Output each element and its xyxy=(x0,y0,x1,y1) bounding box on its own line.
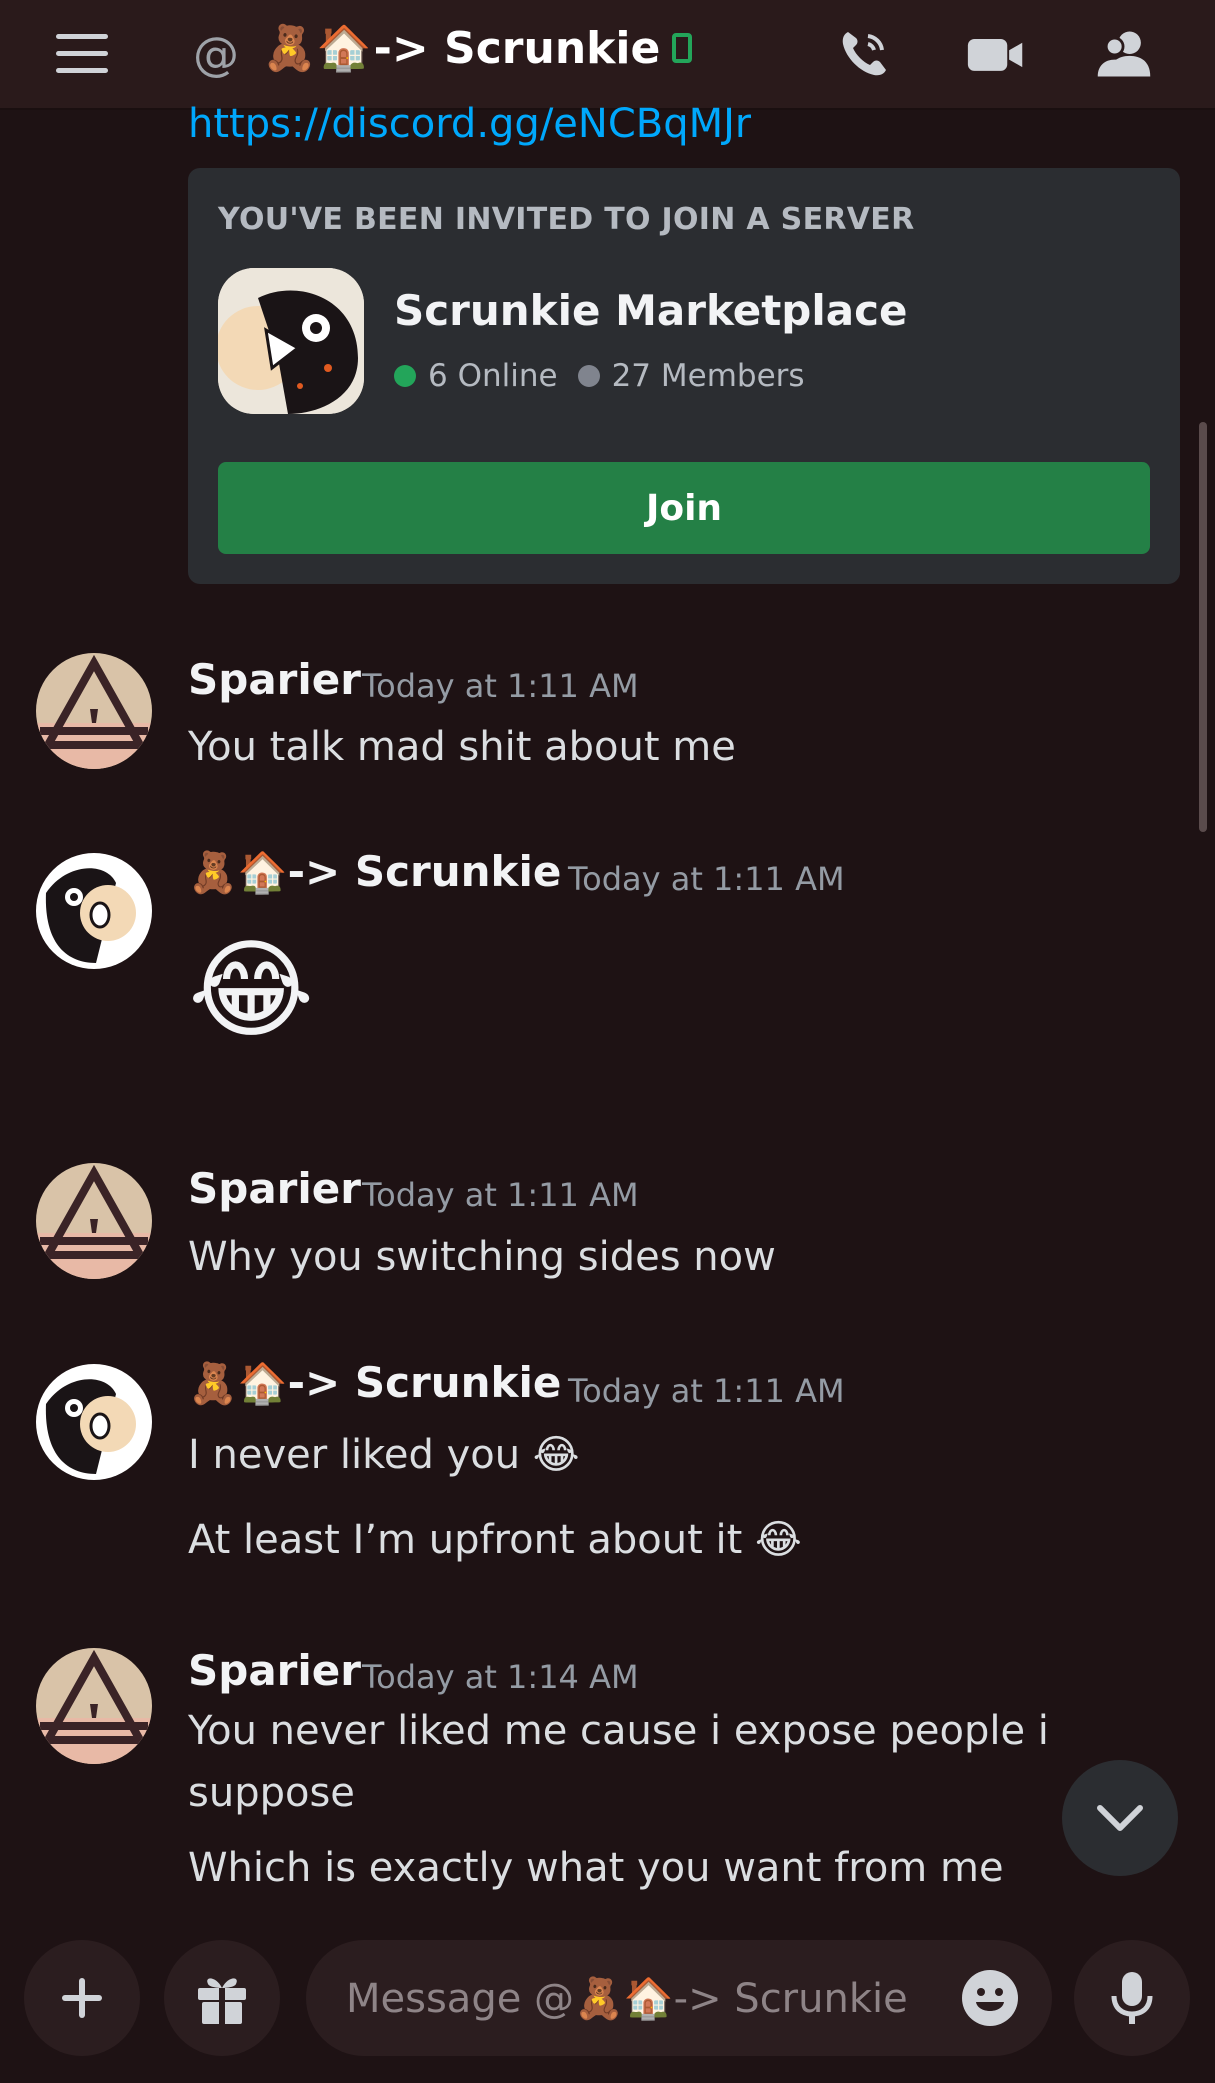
mobile-status-icon xyxy=(672,33,693,63)
message-author[interactable]: Sparier xyxy=(188,1164,361,1213)
gift-button[interactable] xyxy=(164,1940,280,2056)
online-dot-icon xyxy=(394,365,416,387)
jump-to-present-button[interactable] xyxy=(1062,1760,1178,1876)
join-button[interactable]: Join xyxy=(218,462,1150,554)
avatar-sparier[interactable] xyxy=(36,1648,152,1764)
gift-icon xyxy=(198,1978,246,2024)
avatar-sparier[interactable] xyxy=(36,1163,152,1279)
message-author[interactable]: 🧸🏠-> Scrunkie xyxy=(188,847,561,896)
invite-heading: YOU'VE BEEN INVITED TO JOIN A SERVER xyxy=(218,202,915,237)
message-text: You talk mad shit about me xyxy=(188,724,736,770)
chevron-down-icon xyxy=(1097,1805,1143,1831)
avatar-scrunkie[interactable] xyxy=(36,1364,152,1480)
video-call-icon[interactable] xyxy=(966,24,1026,84)
message-text: Why you switching sides now xyxy=(188,1234,776,1280)
message-input[interactable]: Message @🧸🏠-> Scrunkie xyxy=(306,1940,1052,2056)
server-icon[interactable] xyxy=(218,268,364,414)
message-author[interactable]: Sparier xyxy=(188,1646,361,1695)
author-emoji: 🧸🏠 xyxy=(188,850,288,896)
member-list-icon[interactable] xyxy=(1094,24,1154,84)
dm-title[interactable]: 🧸🏠 -> Scrunkie xyxy=(262,18,693,78)
author-name: -> Scrunkie xyxy=(287,1358,562,1407)
members-dot-icon xyxy=(577,365,600,387)
member-count: 27 Members xyxy=(611,358,805,394)
add-attachment-button[interactable] xyxy=(24,1940,140,2056)
emoji-picker-icon[interactable] xyxy=(960,1968,1020,2028)
message-timestamp: Today at 1:11 AM xyxy=(568,1372,845,1410)
message-timestamp: Today at 1:14 AM xyxy=(362,1658,639,1696)
microphone-icon xyxy=(1111,1972,1153,2024)
joy-emoji: 😂 xyxy=(188,928,315,1053)
plus-icon xyxy=(62,1978,102,2018)
at-icon: @ xyxy=(193,27,239,81)
author-emoji: 🧸🏠 xyxy=(188,1361,288,1407)
server-invite-card: YOU'VE BEEN INVITED TO JOIN A SERVER Scr… xyxy=(188,168,1180,584)
title-text: -> Scrunkie xyxy=(373,22,661,74)
top-bar: @ 🧸🏠 -> Scrunkie xyxy=(0,0,1215,110)
scrollbar[interactable] xyxy=(1199,422,1207,832)
message-text: I never liked you 😂 xyxy=(188,1432,580,1478)
online-count: 6 Online xyxy=(428,358,558,394)
message-author[interactable]: Sparier xyxy=(188,655,361,704)
invite-link[interactable]: https://discord.gg/eNCBqMJr xyxy=(188,96,751,146)
message-timestamp: Today at 1:11 AM xyxy=(362,1176,639,1214)
author-name: -> Scrunkie xyxy=(287,847,562,896)
title-emoji: 🧸🏠 xyxy=(262,23,372,74)
message-timestamp: Today at 1:11 AM xyxy=(568,860,845,898)
message-text: At least I’m upfront about it 😂 xyxy=(188,1517,802,1563)
message-text: Which is exactly what you want from me xyxy=(188,1845,1004,1891)
voice-message-button[interactable] xyxy=(1074,1940,1190,2056)
message-placeholder: Message @🧸🏠-> Scrunkie xyxy=(346,1975,908,2022)
avatar-sparier[interactable] xyxy=(36,653,152,769)
phone-call-icon[interactable] xyxy=(834,24,894,84)
server-name: Scrunkie Marketplace xyxy=(394,286,908,335)
message-text: You never liked me cause i expose people… xyxy=(188,1708,1049,1816)
server-stats: 6 Online 27 Members xyxy=(394,358,805,394)
avatar-scrunkie[interactable] xyxy=(36,853,152,969)
message-author[interactable]: 🧸🏠-> Scrunkie xyxy=(188,1358,561,1407)
message-timestamp: Today at 1:11 AM xyxy=(362,667,639,705)
menu-icon[interactable] xyxy=(52,24,112,84)
